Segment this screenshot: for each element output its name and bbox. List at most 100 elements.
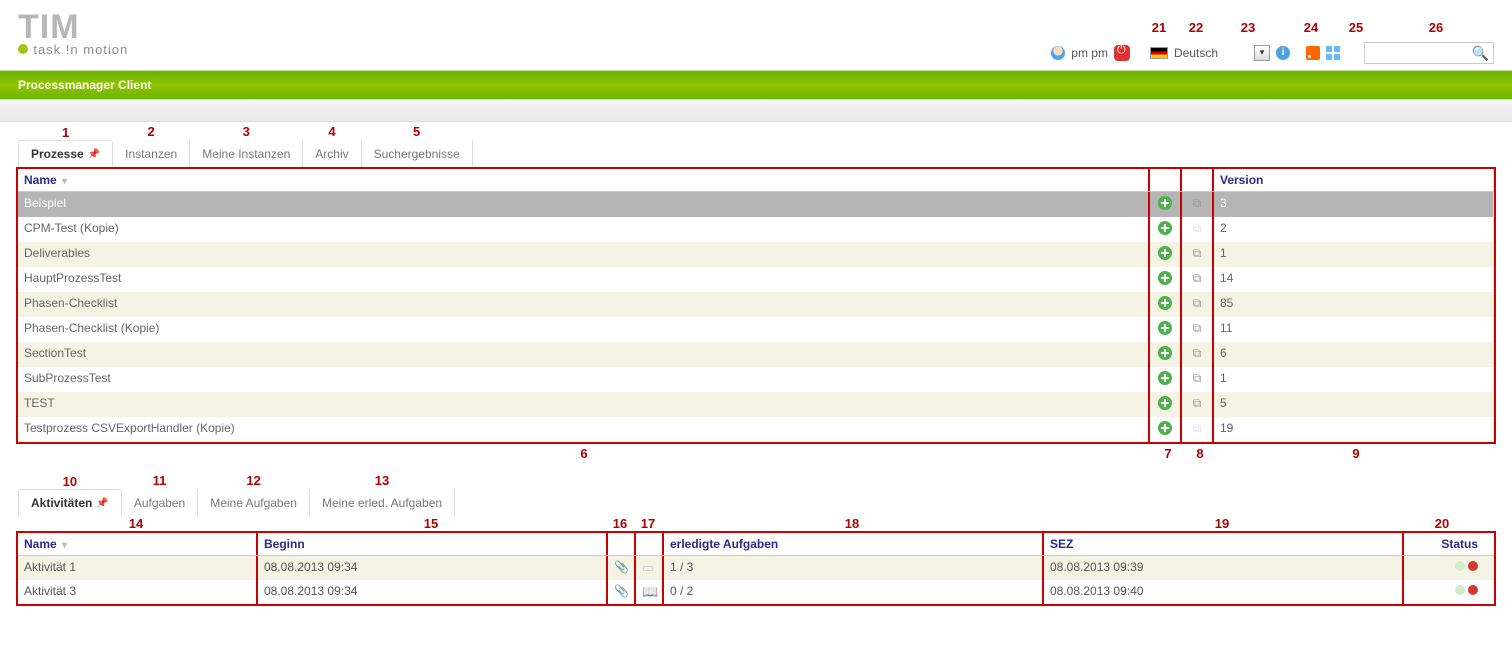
version-cell: 11 bbox=[1214, 317, 1494, 342]
annotation: 10 bbox=[63, 474, 77, 489]
col-play-header bbox=[1182, 169, 1214, 191]
add-icon[interactable] bbox=[1158, 271, 1172, 285]
title-bar-label: Processmanager Client bbox=[18, 78, 151, 92]
table-row[interactable]: CPM-Test (Kopie)⧉2 bbox=[18, 217, 1494, 242]
table-row[interactable]: Phasen-Checklist (Kopie) ⧉ 11 bbox=[18, 317, 1494, 342]
process-name: Phasen-Checklist (Kopie) bbox=[18, 317, 1150, 342]
dropdown-button[interactable]: ▾ bbox=[1254, 45, 1270, 61]
table-row[interactable]: Aktivität 108.08.2013 09:34📎▭1 / 308.08.… bbox=[18, 556, 1494, 580]
tab-suchergebnisse[interactable]: 5Suchergebnisse bbox=[362, 140, 473, 167]
instances-icon[interactable]: ⧉ bbox=[1193, 371, 1202, 385]
clip-cell: 📎 bbox=[608, 556, 636, 580]
table-row[interactable]: Testprozess CSVExportHandler (Kopie)⧉19 bbox=[18, 417, 1494, 442]
filter-icon[interactable]: ▾ bbox=[62, 176, 67, 187]
logout-icon[interactable] bbox=[1114, 45, 1130, 61]
grid-icon[interactable] bbox=[1326, 46, 1340, 60]
table-row[interactable]: SubProzessTest⧉1 bbox=[18, 367, 1494, 392]
instances-icon[interactable]: ⧉ bbox=[1193, 296, 1202, 310]
tab-instanzen[interactable]: 2Instanzen bbox=[113, 140, 190, 167]
instances-icon[interactable]: ⧉ bbox=[1193, 246, 1202, 260]
add-icon[interactable] bbox=[1158, 246, 1172, 260]
info-icon[interactable]: i bbox=[1276, 46, 1290, 60]
table-row[interactable]: Beispiel⧉3 bbox=[18, 192, 1494, 217]
tab-meine-erled.-aufgaben[interactable]: 13Meine erled. Aufgaben bbox=[310, 489, 455, 516]
version-cell: 14 bbox=[1214, 267, 1494, 292]
process-name: SubProzessTest bbox=[18, 367, 1150, 392]
tab-prozesse[interactable]: 1Prozesse📌 bbox=[18, 140, 113, 167]
paperclip-icon[interactable]: 📎 bbox=[614, 584, 629, 598]
version-cell: 1 bbox=[1214, 242, 1494, 267]
add-cell bbox=[1150, 342, 1182, 367]
search-icon[interactable]: 🔍 bbox=[1472, 45, 1489, 62]
col-name-header[interactable]: Name ▾ bbox=[18, 169, 1150, 191]
toolbar-grey bbox=[0, 100, 1512, 122]
process-name: TEST bbox=[18, 392, 1150, 417]
act-col-erledigt[interactable]: erledigte Aufgaben bbox=[664, 533, 1044, 555]
filter-icon[interactable]: ▾ bbox=[62, 540, 67, 551]
table-row[interactable]: Phasen-Checklist⧉85 bbox=[18, 292, 1494, 317]
book-cell: ▭ bbox=[636, 556, 664, 580]
version-cell: 19 bbox=[1214, 417, 1494, 442]
status-cell bbox=[1404, 556, 1484, 580]
instances-icon[interactable]: ⧉ bbox=[1193, 346, 1202, 360]
paperclip-icon[interactable]: 📎 bbox=[614, 560, 629, 574]
status-dot-ok-icon bbox=[1455, 585, 1465, 595]
col-version-header[interactable]: Version bbox=[1214, 169, 1494, 191]
user-label: pm pm bbox=[1071, 46, 1108, 60]
language-label[interactable]: Deutsch bbox=[1174, 46, 1218, 60]
table-row[interactable]: Aktivität 308.08.2013 09:34📎📖0 / 208.08.… bbox=[18, 580, 1494, 604]
add-icon[interactable] bbox=[1158, 371, 1172, 385]
add-cell bbox=[1150, 392, 1182, 417]
activity-beginn: 08.08.2013 09:34 bbox=[258, 580, 608, 604]
instances-icon[interactable]: ⧉ bbox=[1193, 396, 1202, 410]
version-cell: 2 bbox=[1214, 217, 1494, 242]
instances-cell: ⧉ bbox=[1182, 367, 1214, 392]
process-name: SectionTest bbox=[18, 342, 1150, 367]
add-cell bbox=[1150, 192, 1182, 217]
instances-icon[interactable]: ⧉ bbox=[1193, 271, 1202, 285]
add-cell bbox=[1150, 417, 1182, 442]
table-row[interactable]: TEST⧉5 bbox=[18, 392, 1494, 417]
instances-cell: ⧉ bbox=[1182, 267, 1214, 292]
add-cell bbox=[1150, 317, 1182, 342]
add-cell bbox=[1150, 217, 1182, 242]
instances-icon[interactable]: ⧉ bbox=[1193, 321, 1202, 335]
add-icon[interactable] bbox=[1158, 296, 1172, 310]
search-input[interactable]: 🔍 bbox=[1364, 42, 1494, 64]
activity-erledigt: 1 / 3 bbox=[664, 556, 1044, 580]
rss-icon[interactable] bbox=[1306, 46, 1320, 60]
instances-icon[interactable]: ⧉ bbox=[1193, 196, 1202, 210]
annotation: 3 bbox=[243, 124, 250, 139]
tab-aufgaben[interactable]: 11Aufgaben bbox=[122, 489, 198, 516]
status-badge bbox=[1455, 585, 1478, 595]
add-icon[interactable] bbox=[1158, 221, 1172, 235]
activity-annotations: 14 15 16 17 18 19 20 bbox=[16, 516, 1496, 531]
logo-subtitle: task !n motion bbox=[18, 42, 128, 57]
activity-erledigt: 0 / 2 bbox=[664, 580, 1044, 604]
table-row[interactable]: SectionTest⧉6 bbox=[18, 342, 1494, 367]
tab-aktivitäten[interactable]: 10Aktivitäten📌 bbox=[18, 489, 122, 516]
add-cell bbox=[1150, 267, 1182, 292]
act-col-beginn[interactable]: Beginn bbox=[258, 533, 608, 555]
add-icon[interactable] bbox=[1158, 321, 1172, 335]
top-tabs: 1Prozesse📌2Instanzen3Meine Instanzen4Arc… bbox=[18, 140, 1502, 167]
add-icon[interactable] bbox=[1158, 396, 1172, 410]
add-icon[interactable] bbox=[1158, 196, 1172, 210]
act-col-status[interactable]: Status bbox=[1404, 533, 1484, 555]
activity-name: Aktivität 3 bbox=[18, 580, 258, 604]
table-row[interactable]: Deliverables⧉1 bbox=[18, 242, 1494, 267]
status-dot-ok-icon bbox=[1455, 561, 1465, 571]
tab-meine-aufgaben[interactable]: 12Meine Aufgaben bbox=[198, 489, 310, 516]
book-icon[interactable]: 📖 bbox=[642, 584, 658, 599]
tab-meine-instanzen[interactable]: 3Meine Instanzen bbox=[190, 140, 303, 167]
tab-archiv[interactable]: 4Archiv bbox=[303, 140, 361, 167]
pin-icon: 📌 bbox=[88, 149, 100, 160]
table-row[interactable]: HauptProzessTest⧉14 bbox=[18, 267, 1494, 292]
add-icon[interactable] bbox=[1158, 421, 1172, 435]
act-col-name[interactable]: Name ▾ bbox=[18, 533, 258, 555]
add-icon[interactable] bbox=[1158, 346, 1172, 360]
instances-cell: ⧉ bbox=[1182, 192, 1214, 217]
act-col-sez[interactable]: SEZ bbox=[1044, 533, 1404, 555]
header-annotations: 21 22 23 24 25 26 bbox=[1136, 20, 1496, 35]
instances-cell: ⧉ bbox=[1182, 417, 1214, 442]
